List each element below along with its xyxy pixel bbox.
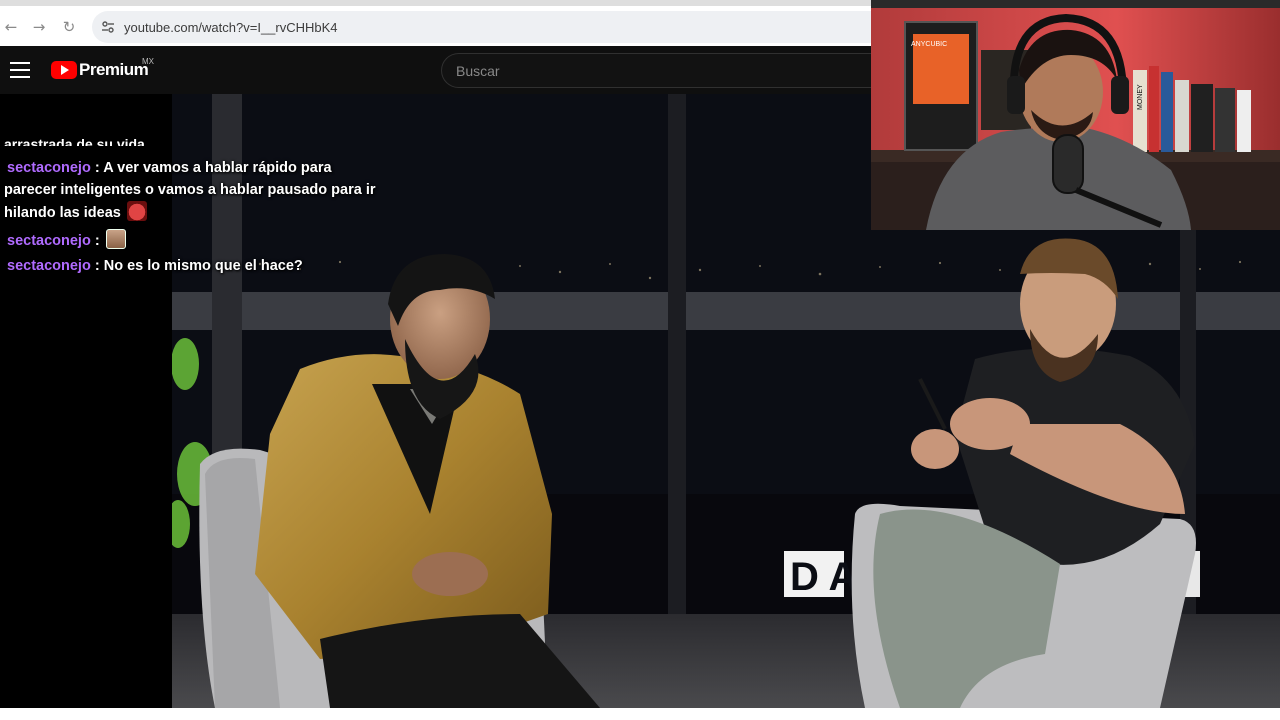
address-bar[interactable]: youtube.com/watch?v=I__rvCHHbK4 — [92, 11, 872, 43]
site-settings-icon[interactable] — [98, 17, 118, 37]
url-text[interactable]: youtube.com/watch?v=I__rvCHHbK4 — [124, 20, 338, 35]
search-input[interactable]: Buscar — [441, 53, 872, 88]
chat-message: sectaconejo : A ver vamos a hablar rápid… — [4, 158, 384, 225]
chat-partial-line: arrastrada de su vida — [4, 136, 145, 146]
screen: ← → ↻ youtube.com/watch?v=I__rvCHHbK4 Pr… — [0, 0, 1280, 720]
chat-message: sectaconejo : No es lo mismo que el hace… — [4, 256, 384, 278]
youtube-header: Premium MX Buscar — [0, 46, 872, 94]
bottom-strip — [0, 708, 1280, 720]
chat-username[interactable]: sectaconejo — [7, 233, 91, 249]
face-emote-icon — [105, 228, 126, 249]
webcam-overlay: ANYCUBIC MONEY — [871, 0, 1280, 230]
chat-text: No es lo mismo que el hace? — [103, 258, 303, 274]
book-title: MONEY — [1137, 84, 1144, 110]
chat-username[interactable]: sectaconejo — [7, 258, 91, 274]
search-placeholder: Buscar — [456, 62, 500, 79]
hamburger-menu-icon[interactable] — [10, 60, 30, 80]
chat-separator: : — [90, 160, 104, 176]
red-devil-emote-icon — [126, 201, 147, 221]
printer-brand: ANYCUBIC — [911, 41, 947, 48]
logo-text: Premium — [79, 60, 149, 79]
chat-separator: : — [90, 258, 104, 274]
chat-username[interactable]: sectaconejo — [7, 160, 91, 176]
youtube-logo[interactable]: Premium — [51, 60, 149, 80]
chat-message: sectaconejo : — [4, 228, 384, 253]
webcam-frame: ANYCUBIC MONEY — [871, 0, 1280, 230]
back-arrow-icon[interactable]: ← — [0, 16, 22, 38]
sign-text: D A — [790, 555, 857, 599]
reload-icon[interactable]: ↻ — [58, 16, 80, 38]
browser-toolbar: ← → ↻ youtube.com/watch?v=I__rvCHHbK4 — [0, 0, 872, 46]
region-code: MX — [142, 57, 154, 66]
forward-arrow-icon[interactable]: → — [28, 16, 50, 38]
youtube-play-icon — [51, 61, 77, 79]
chat-list: sectaconejo : A ver vamos a hablar rápid… — [4, 154, 384, 278]
chat-separator: : — [90, 232, 104, 249]
